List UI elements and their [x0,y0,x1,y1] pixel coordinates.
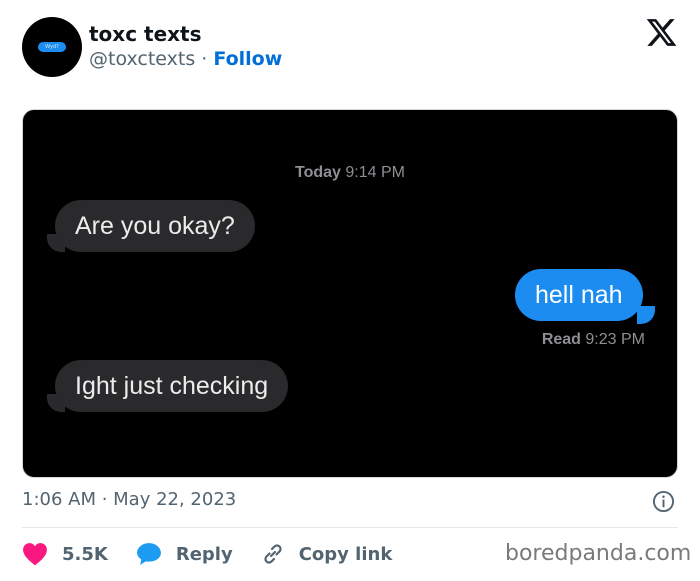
footer-divider [22,527,678,528]
author-name[interactable]: toxc texts [89,22,202,46]
bubble-tail [637,306,655,324]
message-bubble-incoming: Are you okay? [55,200,255,252]
message-bubble-outgoing: hell nah [515,269,643,321]
watermark: boredpanda.com [505,541,692,566]
tweet-timestamp[interactable]: 1:06 AM · May 22, 2023 [22,489,236,510]
photo-timestamp: Today 9:14 PM [23,164,677,182]
timestamp-time: 9:14 PM [345,164,405,181]
tweet-photo[interactable]: Today 9:14 PM Are you okay? hell nah Rea… [22,109,678,478]
follow-button[interactable]: Follow [213,48,282,70]
action-bar: 5.5K Reply Copy link [22,541,420,567]
info-icon[interactable] [652,490,675,513]
copy-link-label: Copy link [298,543,393,565]
author-handle-row: @toxctexts · Follow [89,48,282,70]
reply-label: Reply [175,543,233,565]
copy-link-button[interactable]: Copy link [261,542,393,566]
read-receipt: Read 9:23 PM [542,331,645,349]
reply-bubble-icon [136,543,161,565]
avatar[interactable]: Wyd? [22,17,82,77]
timestamp-day: Today [295,164,341,181]
author-handle[interactable]: @toxctexts [89,48,195,70]
read-time: 9:23 PM [585,331,645,348]
like-count: 5.5K [62,543,108,565]
like-button[interactable]: 5.5K [22,542,108,566]
reply-button[interactable]: Reply [136,542,233,566]
heart-icon [23,543,47,566]
x-logo-icon[interactable] [645,16,678,49]
handle-separator: · [201,48,208,70]
avatar-message-pill: Wyd? [38,42,66,52]
read-label: Read [541,331,581,348]
tweet-card: Wyd? toxc texts @toxctexts · Follow Toda… [0,0,700,581]
message-bubble-incoming: Ight just checking [55,360,289,412]
link-icon [264,544,282,564]
